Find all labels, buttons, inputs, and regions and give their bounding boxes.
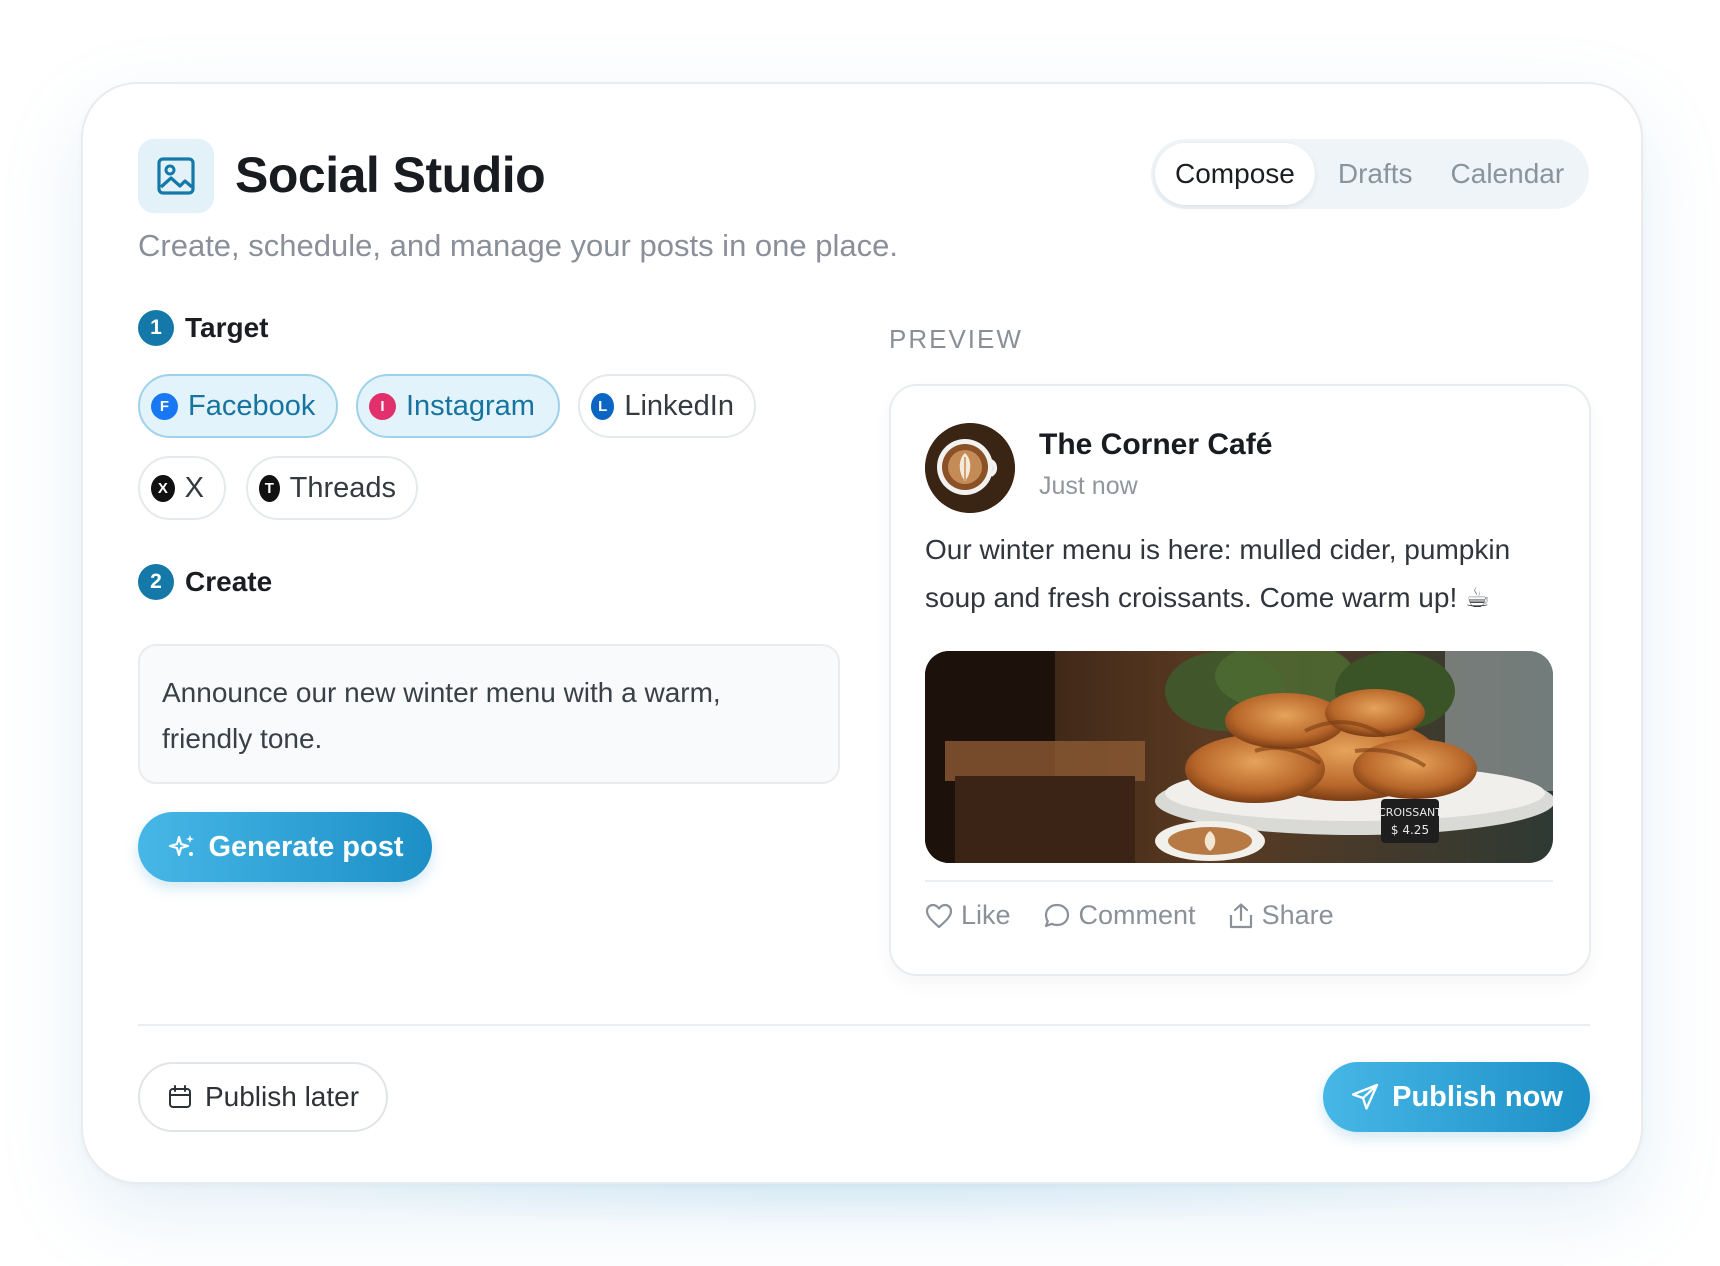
price-sign-name: CROISSANT xyxy=(1378,806,1442,819)
image-icon xyxy=(138,139,214,213)
step-badge: 2 xyxy=(138,564,174,600)
share-button[interactable]: Share xyxy=(1228,900,1334,931)
publish-later-button[interactable]: Publish later xyxy=(138,1062,388,1132)
platform-chip-facebook[interactable]: F Facebook xyxy=(138,374,338,438)
target-label: Target xyxy=(185,312,269,343)
account-name: The Corner Café xyxy=(1039,428,1273,461)
footer-divider xyxy=(138,1024,1590,1026)
heart-icon xyxy=(925,903,953,928)
create-label: Create xyxy=(185,566,273,597)
view-tabs: Compose Drafts Calendar xyxy=(1151,139,1589,209)
threads-icon: T xyxy=(259,474,280,502)
generate-post-label: Generate post xyxy=(208,830,404,863)
post-divider xyxy=(925,880,1553,882)
platform-chip-linkedin[interactable]: L LinkedIn xyxy=(578,374,756,438)
price-sign-price: $ 4.25 xyxy=(1391,823,1429,837)
target-section-heading: 1 Target xyxy=(138,310,269,346)
platform-label: Facebook xyxy=(188,389,316,422)
platform-label: LinkedIn xyxy=(624,389,734,422)
platform-chip-instagram[interactable]: I Instagram xyxy=(356,374,560,438)
comment-button[interactable]: Comment xyxy=(1043,900,1196,931)
post-image: CROISSANT $ 4.25 xyxy=(925,651,1553,863)
preview-label: PREVIEW xyxy=(889,324,1023,354)
publish-later-label: Publish later xyxy=(204,1081,360,1112)
social-studio-card: Social Studio Create, schedule, and mana… xyxy=(81,82,1643,1184)
x-icon: X xyxy=(151,474,175,502)
post-preview-card: The Corner Café Just now Our winter menu… xyxy=(889,384,1591,976)
like-button[interactable]: Like xyxy=(925,900,1011,931)
send-icon xyxy=(1351,1083,1379,1110)
facebook-icon: F xyxy=(151,392,178,420)
post-timestamp: Just now xyxy=(1039,472,1138,500)
create-section-heading: 2 Create xyxy=(138,564,272,600)
generate-post-button[interactable]: Generate post xyxy=(138,812,432,882)
share-icon xyxy=(1229,902,1252,928)
prompt-input[interactable]: Announce our new winter menu with a warm… xyxy=(138,644,840,784)
tab-compose[interactable]: Compose xyxy=(1155,143,1315,205)
step-badge: 1 xyxy=(138,310,174,346)
like-label: Like xyxy=(961,900,1011,930)
sparkle-icon xyxy=(168,835,194,857)
app-subtitle: Create, schedule, and manage your posts … xyxy=(138,228,898,263)
platform-label: X xyxy=(184,471,204,504)
account-avatar xyxy=(925,423,1015,513)
platform-label: Instagram xyxy=(406,389,535,422)
calendar-icon xyxy=(168,1085,191,1108)
platform-label: Threads xyxy=(289,471,396,504)
post-actions: Like Comment Share xyxy=(925,900,1334,931)
platform-chip-x[interactable]: X X xyxy=(138,456,226,520)
share-label: Share xyxy=(1261,900,1334,930)
linkedin-icon: L xyxy=(591,392,615,420)
instagram-icon: I xyxy=(369,392,396,420)
post-body-text: Our winter menu is here: mulled cider, p… xyxy=(925,534,1511,613)
tab-drafts[interactable]: Drafts xyxy=(1319,143,1432,205)
comment-icon xyxy=(1044,903,1069,927)
publish-now-button[interactable]: Publish now xyxy=(1323,1062,1590,1132)
platform-chip-threads[interactable]: T Threads xyxy=(246,456,418,520)
publish-now-label: Publish now xyxy=(1392,1080,1563,1113)
tab-calendar[interactable]: Calendar xyxy=(1432,143,1584,205)
comment-label: Comment xyxy=(1078,900,1196,930)
app-title: Social Studio xyxy=(235,147,546,203)
